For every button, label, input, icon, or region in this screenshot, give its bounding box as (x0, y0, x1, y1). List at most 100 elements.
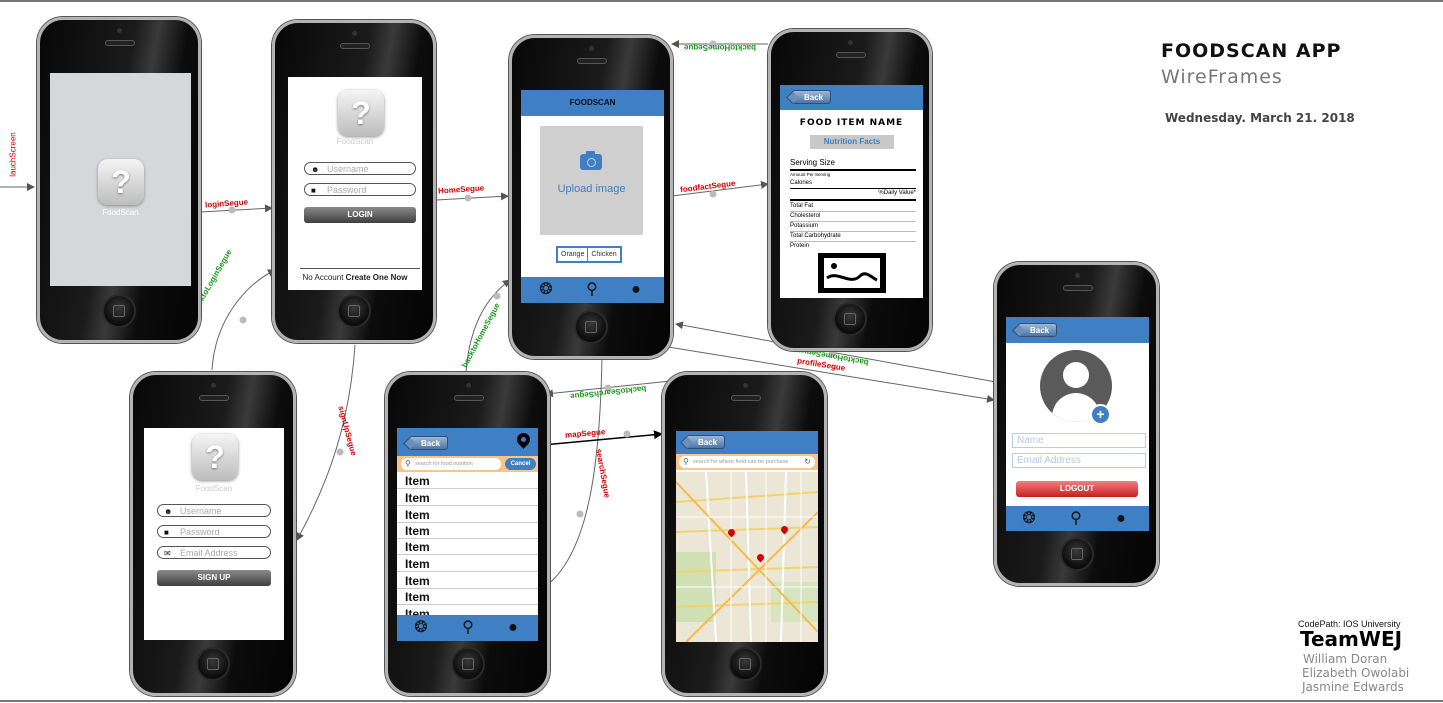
list-item[interactable]: Item (397, 473, 538, 489)
segue-label-foodfact: foodfactSegue (679, 178, 736, 195)
aperture-icon[interactable]: ❂ (1018, 508, 1040, 530)
login-screen: ? FoodScan ☻ Username ■ Password LOGIN N… (288, 77, 422, 290)
login-button[interactable]: LOGIN (304, 207, 416, 223)
home-button[interactable] (337, 294, 371, 328)
phone-login: ? FoodScan ☻ Username ■ Password LOGIN N… (272, 20, 436, 343)
credits-member: William Doran (1303, 652, 1388, 666)
user-icon: ☻ (311, 165, 320, 174)
account-icon[interactable]: ● (1110, 508, 1132, 530)
lock-icon: ■ (311, 186, 316, 195)
food-item-name: FOOD ITEM NAME (799, 118, 904, 128)
map-search-icon: ⚲ (683, 457, 689, 466)
app-title: FOODSCAN APP (1161, 40, 1342, 62)
nutrition-screen: Back FOOD ITEM NAME Nutrition Facts Serv… (780, 85, 923, 298)
phone-search: Back ⚲ search for food nutrition Cancel … (385, 372, 550, 696)
search-icon[interactable]: ⚲ (581, 279, 603, 301)
splash-screen: ? FoodScan (50, 73, 191, 286)
segue-label-back-home-top: backtoHomeSegue (684, 43, 757, 52)
list-item[interactable]: Item (397, 556, 538, 572)
segue-label-login: loginSegue (204, 197, 249, 210)
phone-nutrition: Back FOOD ITEM NAME Nutrition Facts Serv… (768, 29, 932, 351)
login-footer-divider (300, 268, 420, 269)
account-icon[interactable]: ● (625, 279, 647, 301)
aperture-icon[interactable]: ❂ (410, 617, 432, 639)
home-button[interactable] (196, 647, 230, 681)
list-item[interactable]: Item (397, 523, 538, 539)
home-button[interactable] (833, 302, 867, 336)
list-item[interactable]: Item (397, 490, 538, 506)
home-button[interactable] (574, 310, 608, 344)
segue-label-back-to-home-search: backtoHomeSegue (460, 301, 502, 370)
password-field[interactable]: ■ Password (304, 183, 416, 196)
credits-member: Jasmine Edwards (1302, 680, 1404, 694)
home-button[interactable] (450, 647, 485, 681)
image-icon (818, 253, 886, 293)
nutrient-row: Potassium (790, 222, 916, 232)
mail-icon: ✉ (164, 549, 171, 558)
phone-signup: ? FoodScan ☻ Username ■ Password ✉ Email… (130, 372, 296, 696)
daily-divider (790, 199, 916, 201)
segue-label-map: mapSegue (564, 427, 606, 440)
list-item[interactable]: Item (397, 573, 538, 589)
home-tab-bar: ❂ ⚲ ● (521, 277, 664, 303)
login-footer: No Account Create One Now (288, 273, 422, 282)
map-back-button[interactable]: Back (686, 435, 726, 449)
camera-icon (580, 151, 602, 170)
signup-password-field[interactable]: ■ Password (157, 525, 271, 538)
map-view[interactable] (676, 472, 818, 642)
amount-per-serving: Amount Per Serving (790, 172, 831, 177)
profile-back-button[interactable]: Back (1018, 323, 1058, 337)
aperture-icon[interactable]: ❂ (535, 279, 557, 301)
profile-email-field[interactable]: Email Address (1012, 453, 1146, 468)
phone-splash: ? FoodScan (37, 17, 201, 343)
search-icon[interactable]: ⚲ (1065, 508, 1087, 530)
signup-screen: ? FoodScan ☻ Username ■ Password ✉ Email… (144, 428, 284, 640)
credits-member: Elizabeth Owolabi (1302, 666, 1410, 680)
signup-button[interactable]: SIGN UP (157, 570, 271, 586)
nutrient-row: Total Fat (790, 202, 916, 212)
home-button[interactable] (727, 647, 762, 681)
nutrient-row: Total Carbohydrate (790, 232, 916, 242)
map-search-bar[interactable]: ⚲ search for where food can be purchase … (676, 454, 818, 470)
signup-app-name: FoodScan (195, 484, 233, 493)
name-field[interactable]: Name (1012, 433, 1146, 448)
chip-chicken[interactable]: Chicken (588, 248, 619, 261)
upload-image-label: Upload image (557, 183, 626, 195)
list-item[interactable]: Item (397, 507, 538, 523)
profile-screen: Back + Name Email Address LOGOUT ❂ ⚲ ● (1006, 317, 1149, 531)
list-item[interactable]: Item (397, 539, 538, 555)
signup-username-field[interactable]: ☻ Username (157, 504, 271, 517)
search-back-button[interactable]: Back (409, 436, 449, 450)
signup-email-field[interactable]: ✉ Email Address (157, 546, 271, 559)
list-item[interactable]: Item (397, 606, 538, 615)
credits-team: TeamWEJ (1300, 627, 1403, 651)
nutrition-facts-button[interactable]: Nutrition Facts (810, 135, 894, 149)
phone-map: Back ⚲ search for where food can be purc… (662, 372, 827, 696)
upload-image-box[interactable]: Upload image (540, 126, 643, 235)
chip-orange[interactable]: Orange (558, 248, 589, 261)
profile-tab-bar: ❂ ⚲ ● (1006, 506, 1149, 531)
search-icon[interactable]: ⚲ (457, 617, 479, 639)
home-button[interactable] (102, 294, 136, 328)
account-icon[interactable]: ● (502, 617, 524, 639)
search-input[interactable]: ⚲ search for food nutrition (401, 458, 501, 470)
segue-label-launch: lauchScreen (8, 132, 18, 177)
search-results-list: Item Item Item Item Item Item Item Item … (397, 473, 538, 615)
home-button[interactable] (1059, 537, 1094, 571)
list-item[interactable]: Item (397, 589, 538, 605)
create-account-link[interactable]: Create One Now (346, 273, 408, 282)
username-field[interactable]: ☻ Username (304, 162, 416, 175)
search-input-icon: ⚲ (405, 459, 411, 468)
logout-button[interactable]: LOGOUT (1016, 481, 1138, 497)
nutrition-back-button[interactable]: Back (792, 90, 832, 104)
search-screen: Back ⚲ search for food nutrition Cancel … (397, 428, 538, 641)
login-app-name: FoodScan (336, 137, 374, 146)
home-arrow (435, 192, 509, 201)
cancel-button[interactable]: Cancel (505, 458, 536, 470)
search-tab-bar: ❂ ⚲ ● (397, 615, 538, 641)
phone-profile: Back + Name Email Address LOGOUT ❂ ⚲ ● (994, 262, 1159, 586)
home-nav-title: FOODSCAN (569, 98, 616, 107)
add-icon[interactable]: + (1090, 404, 1111, 425)
user-icon: ☻ (164, 507, 173, 516)
refresh-icon[interactable]: ↻ (804, 456, 811, 468)
